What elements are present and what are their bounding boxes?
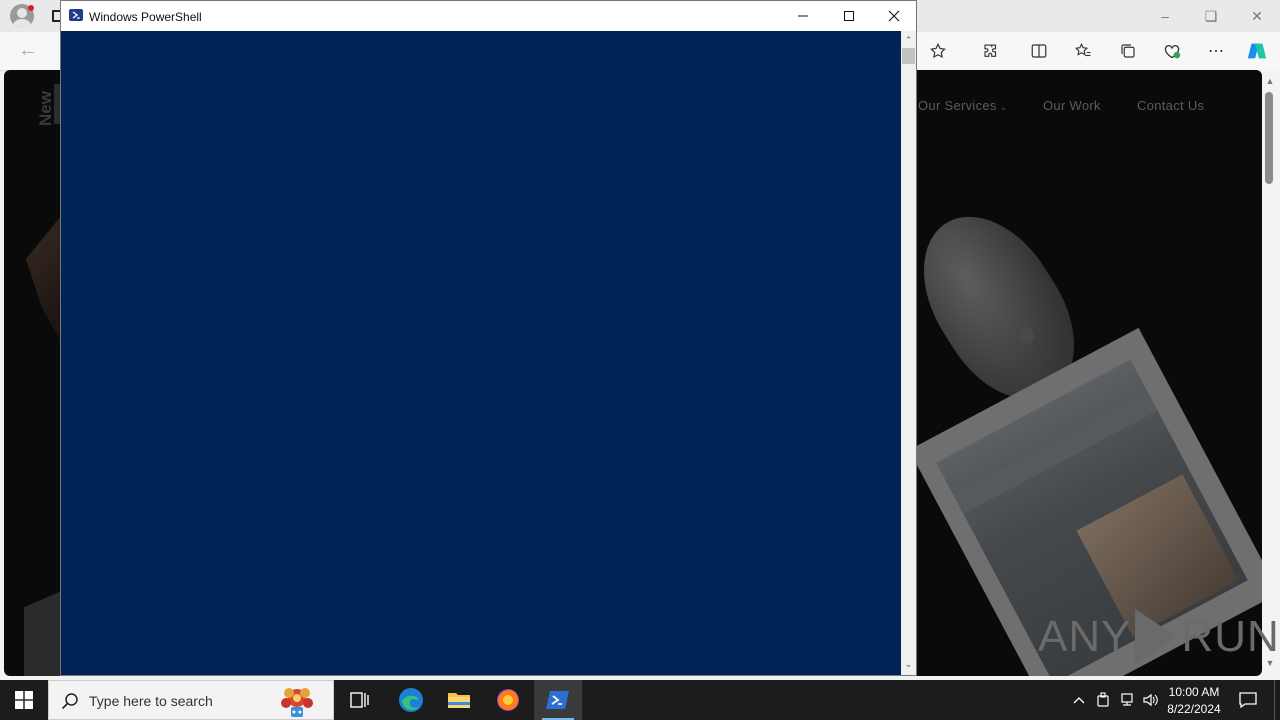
- browser-close-button[interactable]: ✕: [1234, 0, 1280, 32]
- nav-our-services[interactable]: Our Services ⌄: [918, 98, 1008, 113]
- extensions-icon[interactable]: [978, 40, 1004, 62]
- taskbar-edge[interactable]: [387, 680, 435, 720]
- edge-icon: [399, 688, 423, 712]
- taskbar: Type here to search 10:00 AM 8/22/2024: [0, 680, 1280, 720]
- show-desktop-button[interactable]: [1274, 680, 1280, 720]
- folder-icon: [448, 693, 470, 708]
- watermark-right: RUN: [1181, 612, 1280, 661]
- browser-restore-button[interactable]: ❏: [1188, 0, 1234, 32]
- favorites-icon[interactable]: [1070, 40, 1096, 62]
- powershell-console[interactable]: [61, 31, 901, 675]
- hero-decoration: [24, 590, 64, 676]
- notification-dot-icon: [28, 5, 34, 11]
- notification-icon: [1239, 692, 1257, 708]
- browser-minimize-button[interactable]: –: [1142, 0, 1188, 32]
- nav-our-services-label: Our Services: [918, 98, 997, 113]
- taskbar-powershell[interactable]: [534, 680, 582, 720]
- scroll-up-arrow-icon[interactable]: ⌃: [902, 33, 915, 47]
- taskbar-file-explorer[interactable]: [435, 680, 483, 720]
- browser-essentials-icon[interactable]: [1159, 40, 1185, 62]
- start-button[interactable]: [0, 680, 48, 720]
- powershell-window[interactable]: Windows PowerShell ⌃ ⌄: [60, 0, 917, 676]
- task-view-button[interactable]: [336, 680, 384, 720]
- taskbar-clock[interactable]: 10:00 AM 8/22/2024: [1160, 684, 1228, 718]
- firefox-icon: [497, 689, 519, 711]
- more-options-icon[interactable]: ⋯: [1203, 40, 1229, 62]
- anyrun-watermark: ANY RUN: [1038, 608, 1280, 666]
- clock-date: 8/22/2024: [1167, 702, 1221, 716]
- split-screen-icon[interactable]: [1026, 40, 1052, 62]
- windows-logo-icon: [15, 691, 33, 709]
- volume-icon[interactable]: [1140, 680, 1162, 720]
- console-scrollbar[interactable]: ⌃ ⌄: [901, 31, 916, 675]
- scroll-up-arrow-icon[interactable]: ▲: [1264, 76, 1276, 88]
- close-button[interactable]: [871, 1, 917, 31]
- collections-icon[interactable]: [1115, 40, 1141, 62]
- notification-center-button[interactable]: [1236, 680, 1260, 720]
- powershell-icon: [69, 9, 83, 21]
- search-placeholder: Type here to search: [89, 693, 213, 709]
- taskbar-firefox[interactable]: [484, 680, 532, 720]
- network-icon[interactable]: [1116, 680, 1138, 720]
- scrollbar-thumb[interactable]: [902, 48, 915, 64]
- search-icon: [61, 693, 78, 710]
- powershell-titlebar[interactable]: Windows PowerShell: [61, 1, 916, 31]
- powershell-icon: [546, 691, 569, 709]
- nav-our-work[interactable]: Our Work: [1043, 98, 1101, 113]
- chevron-down-icon: ⌄: [999, 102, 1008, 112]
- taskbar-search-box[interactable]: Type here to search: [48, 680, 334, 720]
- minimize-button[interactable]: [780, 1, 826, 31]
- scrollbar-thumb[interactable]: [1265, 92, 1273, 184]
- back-arrow-icon[interactable]: ←: [14, 40, 42, 62]
- clock-time: 10:00 AM: [1168, 685, 1220, 699]
- browser-scrollbar[interactable]: ▲ ▼: [1262, 70, 1280, 676]
- security-tray-icon[interactable]: [1092, 680, 1114, 720]
- task-view-icon: [350, 692, 369, 708]
- watermark-left: ANY: [1038, 612, 1132, 661]
- scroll-down-arrow-icon[interactable]: ⌄: [902, 657, 915, 671]
- nav-contact-us[interactable]: Contact Us: [1137, 98, 1204, 113]
- apple-logo-icon: [1020, 328, 1034, 344]
- site-brand[interactable]: New: [36, 86, 56, 126]
- copilot-icon[interactable]: [1244, 40, 1270, 62]
- powershell-title: Windows PowerShell: [89, 10, 202, 24]
- favorite-star-icon[interactable]: [925, 40, 951, 62]
- search-highlight-icon: [281, 688, 313, 717]
- maximize-button[interactable]: [826, 1, 872, 31]
- show-hidden-icons-chevron-icon[interactable]: [1068, 680, 1090, 720]
- play-logo-icon: [1135, 609, 1178, 665]
